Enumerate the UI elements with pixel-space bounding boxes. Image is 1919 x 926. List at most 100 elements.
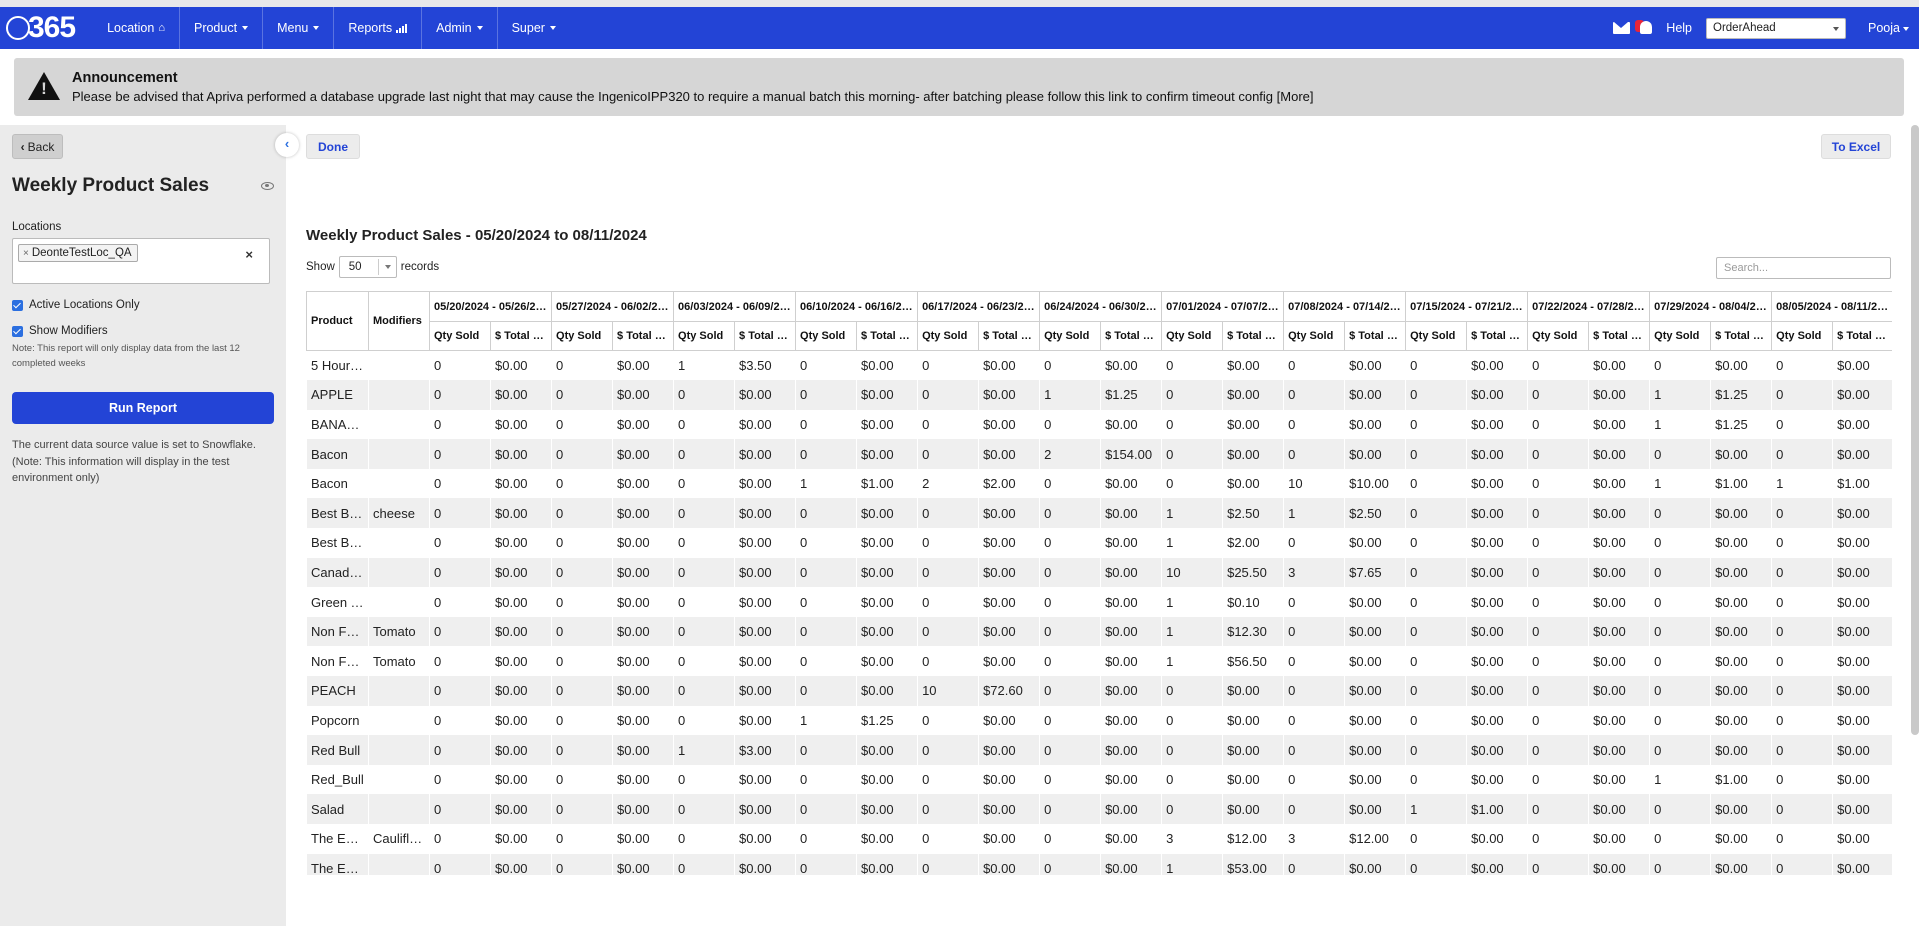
cell-total-sold: $0.00	[1344, 587, 1406, 617]
remove-tag-icon[interactable]: ×	[23, 248, 29, 259]
cell-qty-sold: 0	[917, 616, 979, 647]
location-select[interactable]: OrderAhead	[1706, 17, 1847, 39]
col-header-total-sold[interactable]: $ Total Sold	[1710, 321, 1773, 351]
page-scrollbar[interactable]	[1911, 125, 1919, 735]
nav-location[interactable]: Location ⌂	[93, 7, 180, 49]
cell-total-sold: $0.00	[1588, 735, 1650, 765]
cell-total-sold: $1.25	[1100, 380, 1162, 410]
user-menu[interactable]: Pooja	[1868, 21, 1909, 35]
cell-total-sold: $0.00	[1466, 764, 1528, 795]
nav-menu[interactable]: Menu	[263, 7, 335, 49]
table-row: Popcorn 0 $0.00 0 $0.00 0 $0.00 1 $1.25 0 $0.00 0 $0…	[306, 705, 1892, 736]
col-header-total-sold[interactable]: $ Total Sold	[1344, 321, 1407, 351]
cell-total-sold: $0.00	[978, 528, 1040, 558]
show-modifiers-checkbox[interactable]	[12, 325, 23, 337]
nav-reports[interactable]: Reports	[334, 7, 423, 49]
cell-qty-sold: 0	[1527, 587, 1589, 617]
col-header-qty-sold[interactable]: Qty Sold	[551, 321, 614, 351]
eye-icon[interactable]	[261, 182, 274, 190]
col-header-qty-sold[interactable]: Qty Sold	[673, 321, 736, 351]
page-length-select[interactable]: 50	[338, 256, 397, 278]
col-header-qty-sold[interactable]: Qty Sold	[1283, 321, 1346, 351]
col-header-total-sold[interactable]: $ Total Sold	[489, 321, 553, 351]
col-header-week: 05/27/2024 - 06/02/2024	[551, 291, 675, 322]
notifications[interactable]	[1634, 18, 1656, 38]
cell-modifier	[368, 350, 430, 381]
cell-qty-sold: 0	[673, 705, 735, 736]
col-header-qty-sold[interactable]: Qty Sold	[1649, 321, 1712, 351]
nav-super[interactable]: Super	[498, 7, 570, 49]
col-header-total-sold[interactable]: $ Total Sold	[1832, 321, 1892, 351]
cell-total-sold: $0.00	[978, 439, 1040, 469]
col-header-total-sold[interactable]: $ Total Sold	[856, 321, 919, 351]
cell-qty-sold: 0	[1405, 557, 1467, 588]
collapse-sidebar-button[interactable]: ‹	[275, 133, 299, 157]
cell-qty-sold: 0	[1039, 676, 1101, 706]
cell-total-sold: $0.00	[1344, 794, 1406, 824]
to-excel-button[interactable]: To Excel	[1821, 134, 1891, 159]
active-locations-checkbox[interactable]	[12, 299, 23, 311]
cell-total-sold: $0.00	[856, 587, 918, 617]
col-header-qty-sold[interactable]: Qty Sold	[1405, 321, 1468, 351]
cell-qty-sold: 0	[551, 705, 613, 736]
col-header-total-sold[interactable]: $ Total Sold	[612, 321, 675, 351]
col-header-product[interactable]: Product	[306, 291, 369, 351]
cell-qty-sold: 0	[1771, 528, 1833, 558]
cell-total-sold: $7.65	[1344, 557, 1406, 588]
announcement-text[interactable]: Please be advised that Apriva performed …	[72, 89, 1314, 104]
back-button[interactable]: ‹ Back	[12, 134, 63, 159]
cell-total-sold: $1.25	[1710, 380, 1772, 410]
cell-qty-sold: 1	[1161, 528, 1223, 558]
cell-total-sold: $0.10	[1222, 587, 1284, 617]
cell-qty-sold: 0	[1405, 528, 1467, 558]
cell-total-sold: $0.00	[1832, 735, 1892, 765]
clear-icon[interactable]: ×	[245, 247, 253, 262]
col-header-week: 06/03/2024 - 06/09/2024	[673, 291, 797, 322]
logo[interactable]: 365	[0, 7, 93, 49]
col-header-total-sold[interactable]: $ Total Sold	[1222, 321, 1285, 351]
cell-qty-sold: 0	[1527, 646, 1589, 677]
search-input[interactable]	[1716, 257, 1891, 279]
cell-qty-sold: 0	[795, 616, 857, 647]
cell-total-sold: $0.00	[1344, 409, 1406, 440]
col-header-qty-sold[interactable]: Qty Sold	[1039, 321, 1102, 351]
col-header-total-sold[interactable]: $ Total Sold	[1100, 321, 1163, 351]
cell-qty-sold: 0	[1283, 735, 1345, 765]
col-header-total-sold[interactable]: $ Total Sold	[978, 321, 1041, 351]
help-link[interactable]: Help	[1666, 21, 1692, 35]
cell-total-sold: $12.00	[1222, 824, 1284, 854]
cell-total-sold: $0.00	[856, 824, 918, 854]
run-report-button[interactable]: Run Report	[12, 392, 274, 424]
cell-total-sold: $0.00	[978, 557, 1040, 588]
report-heading: Weekly Product Sales - 05/20/2024 to 08/…	[306, 227, 647, 244]
mail-icon[interactable]	[1613, 22, 1631, 34]
cell-total-sold: $0.00	[1222, 468, 1284, 499]
cell-qty-sold: 0	[1405, 439, 1467, 469]
col-header-modifiers[interactable]: Modifiers	[368, 291, 430, 351]
cell-total-sold: $0.00	[1710, 528, 1772, 558]
col-header-total-sold[interactable]: $ Total Sold	[1588, 321, 1651, 351]
cell-qty-sold: 0	[1283, 853, 1345, 875]
nav-menu-label: Menu	[277, 21, 309, 35]
nav-product[interactable]: Product	[180, 7, 264, 49]
cell-qty-sold: 0	[1161, 764, 1223, 795]
cell-qty-sold: 0	[551, 498, 613, 529]
col-header-qty-sold[interactable]: Qty Sold	[917, 321, 980, 351]
col-header-qty-sold[interactable]: Qty Sold	[1161, 321, 1224, 351]
nav-admin[interactable]: Admin	[422, 7, 498, 49]
cell-total-sold: $0.00	[978, 498, 1040, 529]
done-button[interactable]: Done	[306, 134, 360, 159]
cell-qty-sold: 0	[917, 853, 979, 875]
cell-qty-sold: 0	[1039, 764, 1101, 795]
col-header-qty-sold[interactable]: Qty Sold	[429, 321, 491, 351]
cell-modifier	[368, 764, 430, 795]
col-header-qty-sold[interactable]: Qty Sold	[1771, 321, 1834, 351]
cell-modifier: Tomato	[368, 616, 430, 647]
col-header-total-sold[interactable]: $ Total Sold	[1466, 321, 1529, 351]
cell-qty-sold: 0	[1649, 439, 1711, 469]
locations-multiselect[interactable]: × DeonteTestLoc_QA ×	[12, 238, 270, 284]
cell-total-sold: $0.00	[1710, 824, 1772, 854]
col-header-qty-sold[interactable]: Qty Sold	[795, 321, 858, 351]
col-header-qty-sold[interactable]: Qty Sold	[1527, 321, 1590, 351]
col-header-total-sold[interactable]: $ Total Sold	[734, 321, 797, 351]
